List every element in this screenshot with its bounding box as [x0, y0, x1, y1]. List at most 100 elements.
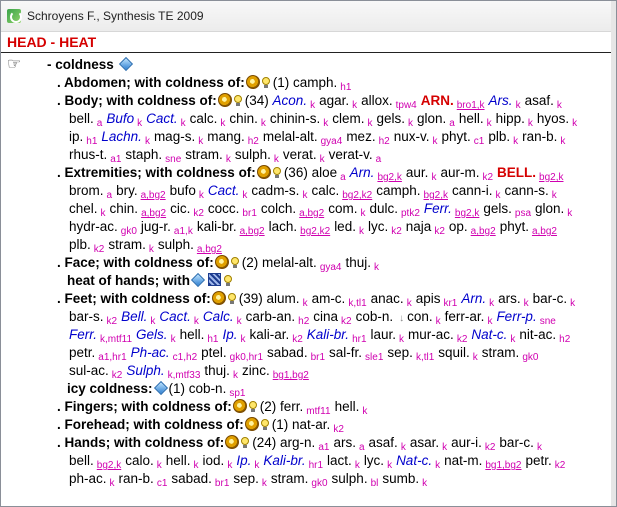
remedy-name[interactable]: sulph.: [158, 237, 194, 252]
sun-icon[interactable]: [245, 75, 260, 89]
author-abbrev[interactable]: a,bg2: [532, 226, 557, 237]
main-rubric[interactable]: - coldness: [47, 56, 134, 74]
remedy-name[interactable]: ran-b.: [522, 129, 557, 144]
remedy-name[interactable]: ferr.: [280, 399, 303, 414]
remedy-name[interactable]: nat-ar.: [292, 417, 330, 432]
remedy-name[interactable]: Ars.: [489, 93, 513, 108]
diamond-icon[interactable]: [118, 56, 133, 72]
remedy-name[interactable]: cob-n.: [356, 309, 394, 324]
remedy-name[interactable]: bell.: [69, 453, 94, 468]
author-abbrev[interactable]: k,tl1: [416, 352, 434, 363]
remedy-name[interactable]: calc.: [311, 183, 339, 198]
remedy-name[interactable]: ip.: [69, 129, 83, 144]
remedy-name[interactable]: sulph.: [332, 471, 368, 486]
remedy-name[interactable]: Acon.: [273, 93, 308, 108]
remedy-name[interactable]: bell.: [69, 111, 94, 126]
author-abbrev[interactable]: gk0: [311, 478, 327, 489]
author-abbrev[interactable]: k: [362, 406, 367, 417]
remedy-name[interactable]: ph-ac.: [69, 471, 107, 486]
remedy-name[interactable]: Ip.: [222, 327, 237, 342]
sun-icon[interactable]: [225, 435, 240, 449]
sun-icon[interactable]: [256, 165, 271, 179]
remedy-name[interactable]: Ip.: [236, 453, 251, 468]
remedy-name[interactable]: chinin-s.: [270, 111, 320, 126]
remedy-name[interactable]: nat-m.: [444, 453, 482, 468]
remedy-name[interactable]: jug-r.: [141, 219, 171, 234]
remedy-name[interactable]: cann-i.: [452, 183, 493, 198]
remedy-name[interactable]: cadm-s.: [251, 183, 299, 198]
remedy-name[interactable]: nit-ac.: [519, 327, 556, 342]
remedy-name[interactable]: Cact.: [208, 183, 240, 198]
author-abbrev[interactable]: k: [422, 478, 427, 489]
remedy-name[interactable]: Sulph.: [126, 363, 164, 378]
repertory-content[interactable]: ☞ - coldness . Abdomen; with coldness of…: [1, 53, 612, 506]
remedy-name[interactable]: rhus-t.: [69, 147, 107, 162]
remedy-name[interactable]: com.: [328, 201, 357, 216]
remedy-name[interactable]: naja: [406, 219, 432, 234]
sun-icon[interactable]: [211, 291, 226, 305]
remedy-name[interactable]: apis: [416, 291, 441, 306]
remedy-name[interactable]: Bufo: [106, 111, 134, 126]
remedy-name[interactable]: lyc.: [368, 219, 388, 234]
remedy-name[interactable]: allox.: [361, 93, 393, 108]
remedy-name[interactable]: hell.: [335, 399, 360, 414]
author-abbrev[interactable]: k: [435, 460, 440, 471]
remedy-name[interactable]: glon.: [417, 111, 446, 126]
remedy-name[interactable]: asar.: [410, 435, 439, 450]
remedy-name[interactable]: sal-fr.: [329, 345, 362, 360]
remedy-name[interactable]: phyt.: [441, 129, 470, 144]
remedy-name[interactable]: ran-b.: [119, 471, 154, 486]
remedy-name[interactable]: mez.: [346, 129, 375, 144]
remedy-name[interactable]: petr.: [526, 453, 552, 468]
remedy-name[interactable]: agar.: [319, 93, 349, 108]
remedy-name[interactable]: petr.: [69, 345, 95, 360]
remedy-name[interactable]: glon.: [535, 201, 564, 216]
remedy-name[interactable]: anac.: [371, 291, 404, 306]
author-abbrev[interactable]: a,bg2: [240, 226, 265, 237]
remedy-name[interactable]: carb-an.: [246, 309, 296, 324]
remedy-name[interactable]: Lachn.: [101, 129, 142, 144]
remedy-name[interactable]: phyt.: [500, 219, 529, 234]
remedy-name[interactable]: iod.: [203, 453, 225, 468]
remedy-name[interactable]: Kali-br.: [307, 327, 349, 342]
remedy-name[interactable]: am-c.: [312, 291, 346, 306]
remedy-name[interactable]: mag-s.: [154, 129, 195, 144]
author-abbrev[interactable]: sle1: [365, 352, 383, 363]
bulb-icon[interactable]: [233, 95, 242, 107]
author-abbrev[interactable]: k: [567, 208, 572, 219]
author-abbrev[interactable]: gya4: [320, 262, 342, 273]
author-abbrev[interactable]: gk0: [522, 352, 538, 363]
remedy-name[interactable]: Ferr.: [69, 327, 97, 342]
bulb-icon[interactable]: [241, 437, 250, 449]
remedy-name[interactable]: stram.: [271, 471, 309, 486]
remedy-name[interactable]: calc.: [190, 111, 218, 126]
remedy-name[interactable]: aur-i.: [451, 435, 482, 450]
remedy-name[interactable]: hell.: [180, 327, 205, 342]
author-abbrev[interactable]: k: [359, 226, 364, 237]
remedy-name[interactable]: hell.: [166, 453, 191, 468]
sun-icon[interactable]: [214, 255, 229, 269]
remedy-name[interactable]: BELL.: [497, 165, 536, 180]
remedy-name[interactable]: clem.: [332, 111, 364, 126]
remedy-name[interactable]: cocc.: [208, 201, 240, 216]
remedy-name[interactable]: cann-s.: [505, 183, 549, 198]
bulb-icon[interactable]: [248, 401, 257, 413]
remedy-name[interactable]: cina: [313, 309, 338, 324]
remedy-name[interactable]: ARN.: [421, 93, 454, 108]
remedy-name[interactable]: plb.: [69, 237, 91, 252]
remedy-name[interactable]: cic.: [170, 201, 190, 216]
remedy-name[interactable]: mang.: [207, 129, 245, 144]
remedy-name[interactable]: sulph.: [235, 147, 271, 162]
bulb-icon[interactable]: [260, 419, 269, 431]
remedy-name[interactable]: ferr-ar.: [445, 309, 485, 324]
remedy-name[interactable]: sep.: [387, 345, 413, 360]
remedy-name[interactable]: lact.: [327, 453, 352, 468]
author-abbrev[interactable]: k: [560, 136, 565, 147]
remedy-name[interactable]: Bell.: [121, 309, 147, 324]
remedy-name[interactable]: kali-ar.: [249, 327, 289, 342]
remedy-name[interactable]: chel.: [69, 201, 98, 216]
author-abbrev[interactable]: k: [110, 478, 115, 489]
remedy-name[interactable]: asaf.: [525, 93, 554, 108]
remedy-name[interactable]: hyos.: [537, 111, 569, 126]
remedy-name[interactable]: zinc.: [242, 363, 270, 378]
